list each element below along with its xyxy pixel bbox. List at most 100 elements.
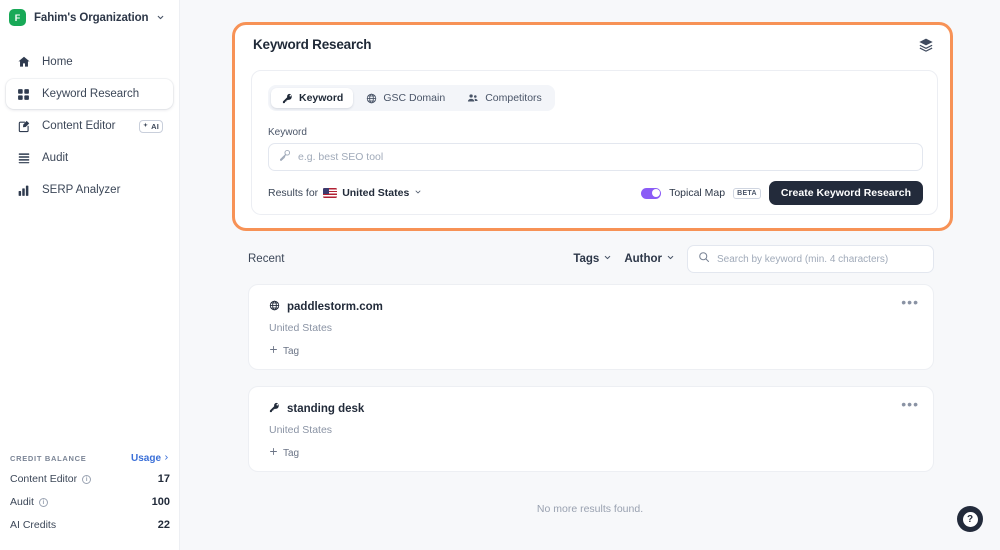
bar-chart-icon <box>16 183 31 198</box>
ai-badge-label: AI <box>151 121 159 131</box>
globe-icon <box>269 300 280 314</box>
more-options-button[interactable]: ••• <box>901 294 919 310</box>
list-item-country: United States <box>269 322 333 334</box>
grid-icon <box>16 87 31 102</box>
recent-search-wrapper[interactable] <box>687 245 934 273</box>
recent-search-input[interactable] <box>717 253 923 265</box>
sidebar-item-audit[interactable]: Audit <box>6 143 173 173</box>
sparkle-icon <box>142 122 149 131</box>
list-item-title: paddlestorm.com <box>287 301 383 313</box>
plus-icon <box>269 447 278 459</box>
chevron-down-icon <box>603 253 612 265</box>
us-flag-icon <box>323 188 338 198</box>
search-input[interactable] <box>298 151 912 163</box>
credit-row: Content Editor i 17 <box>10 473 170 485</box>
credit-row-label: AI Credits <box>10 519 57 531</box>
tags-filter-dropdown[interactable]: Tags <box>573 253 612 265</box>
recent-title: Recent <box>248 253 285 265</box>
country-selector[interactable]: Results for United States <box>268 187 422 199</box>
credit-row-value: 100 <box>151 496 170 508</box>
organization-switcher[interactable]: F Fahim's Organization <box>0 0 179 35</box>
organization-avatar: F <box>9 9 26 26</box>
credit-row-label-wrap: Audit i <box>10 496 48 508</box>
sidebar-item-label: Content Editor <box>42 120 116 132</box>
list-item-country: United States <box>269 424 333 436</box>
plus-icon <box>269 345 278 357</box>
author-filter-dropdown[interactable]: Author <box>624 253 675 265</box>
credit-row-value: 17 <box>157 473 170 485</box>
credit-balance-panel: CREDIT BALANCE Usage Content Editor i 17… <box>0 453 180 550</box>
credit-row: AI Credits 22 <box>10 519 170 531</box>
keyword-controls-row: Results for United States Topical Map BE… <box>268 181 923 205</box>
sidebar-item-content-editor[interactable]: Content Editor AI <box>6 111 173 141</box>
list-lines-icon <box>16 151 31 166</box>
key-icon <box>269 402 280 416</box>
keyword-input-wrapper[interactable] <box>268 143 923 171</box>
author-filter-label: Author <box>624 253 662 265</box>
tags-filter-label: Tags <box>573 253 600 265</box>
sidebar-item-label: SERP Analyzer <box>42 184 121 196</box>
ellipsis-icon: ••• <box>901 294 919 310</box>
key-icon <box>281 92 293 104</box>
credit-row: Audit i 100 <box>10 496 170 508</box>
home-icon <box>16 55 31 70</box>
tab-label: Competitors <box>485 92 542 104</box>
credit-balance-title: CREDIT BALANCE <box>10 454 87 463</box>
search-icon <box>698 250 710 268</box>
main-content: Keyword Research Keyword GSC Domain Comp… <box>180 0 1000 550</box>
credit-row-value: 22 <box>157 519 170 531</box>
tab-label: GSC Domain <box>383 92 446 104</box>
credit-row-label-wrap: AI Credits <box>10 519 56 531</box>
keyword-form-card: Keyword GSC Domain Competitors Keyword e… <box>251 70 938 215</box>
people-icon <box>467 92 479 104</box>
add-tag-button[interactable]: Tag <box>269 345 299 357</box>
usage-link-label: Usage <box>130 453 161 464</box>
sidebar: F Fahim's Organization Home Keyword Rese… <box>0 0 180 550</box>
keyword-research-panel: Keyword Research Keyword GSC Domain Comp… <box>232 22 953 231</box>
list-item[interactable]: paddlestorm.com United States Tag ••• <box>248 284 934 370</box>
layers-icon[interactable] <box>918 37 934 53</box>
sidebar-item-keyword-research[interactable]: Keyword Research <box>6 79 173 109</box>
tab-gsc-domain[interactable]: GSC Domain <box>355 88 455 108</box>
right-controls: Topical Map BETA Create Keyword Research <box>641 181 923 205</box>
recent-toolbar: Recent Tags Author <box>248 245 934 273</box>
create-keyword-research-button[interactable]: Create Keyword Research <box>768 181 923 205</box>
topical-map-toggle[interactable] <box>641 187 662 199</box>
more-options-button[interactable]: ••• <box>901 396 919 412</box>
credit-row-label: Content Editor <box>10 473 78 485</box>
chevron-right-icon <box>163 453 170 464</box>
help-button[interactable]: ? <box>957 506 983 532</box>
app-root: F Fahim's Organization Home Keyword Rese… <box>0 0 1000 550</box>
chevron-down-icon <box>414 187 422 199</box>
info-icon[interactable]: i <box>38 497 48 507</box>
tab-keyword[interactable]: Keyword <box>271 88 354 108</box>
mode-tabs: Keyword GSC Domain Competitors <box>268 85 555 111</box>
chevron-down-icon <box>156 13 165 22</box>
list-item-title: standing desk <box>287 403 365 415</box>
globe-icon <box>365 92 377 104</box>
results-for-label: Results for <box>268 187 319 199</box>
tab-competitors[interactable]: Competitors <box>457 88 552 108</box>
page-title: Keyword Research <box>253 37 372 52</box>
edit-document-icon <box>16 119 31 134</box>
ellipsis-icon: ••• <box>901 396 919 412</box>
sidebar-item-label: Home <box>42 56 73 68</box>
list-item-title-row: paddlestorm.com <box>269 300 383 314</box>
sidebar-item-label: Keyword Research <box>42 88 140 100</box>
sidebar-item-home[interactable]: Home <box>6 47 173 77</box>
country-name: United States <box>342 187 410 199</box>
question-mark-icon: ? <box>962 511 978 527</box>
credit-row-label-wrap: Content Editor i <box>10 473 92 485</box>
key-icon <box>279 148 291 166</box>
credit-balance-header: CREDIT BALANCE Usage <box>10 453 170 464</box>
empty-state-text: No more results found. <box>536 503 644 515</box>
sidebar-item-serp-analyzer[interactable]: SERP Analyzer <box>6 175 173 205</box>
tab-label: Keyword <box>299 92 344 104</box>
info-icon[interactable]: i <box>82 474 92 484</box>
recent-filters: Tags Author <box>573 245 934 273</box>
list-item[interactable]: standing desk United States Tag ••• <box>248 386 934 472</box>
list-item-title-row: standing desk <box>269 402 364 416</box>
add-tag-button[interactable]: Tag <box>269 447 299 459</box>
ai-badge: AI <box>139 119 163 133</box>
usage-link[interactable]: Usage <box>131 453 170 464</box>
